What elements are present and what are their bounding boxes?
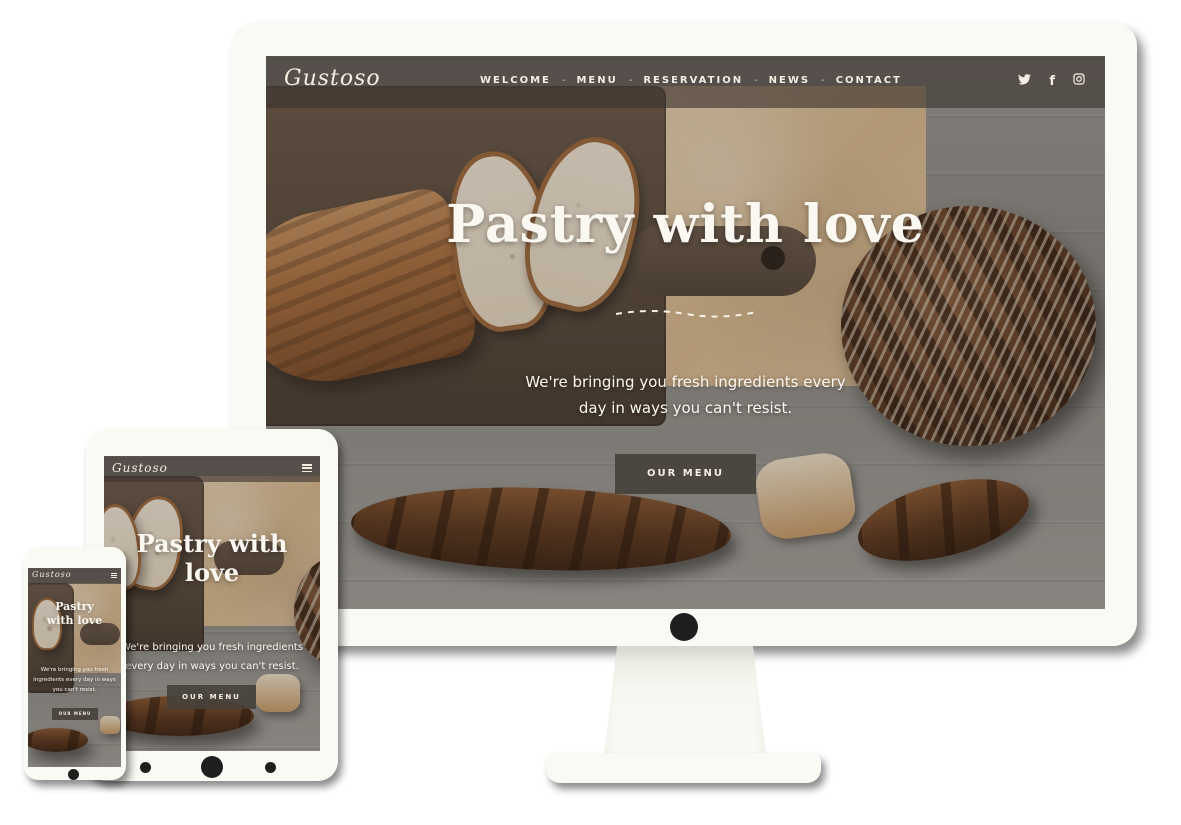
desktop-monitor: Gustoso WELCOME - MENU - RESERVATION - N… bbox=[231, 22, 1137, 646]
site-logo[interactable]: Gustoso bbox=[284, 66, 381, 91]
monitor-camera bbox=[670, 613, 698, 641]
phone-home-button bbox=[68, 769, 79, 780]
site-logo[interactable]: Gustoso bbox=[32, 570, 72, 579]
hero-title: Pastry with love bbox=[446, 194, 925, 255]
our-menu-button[interactable]: OUR MENU bbox=[52, 708, 98, 720]
monitor-stand-base bbox=[546, 753, 821, 783]
hero-subtitle: We're bringing you fresh ingredients eve… bbox=[525, 373, 846, 417]
hero-title: Pastry with love bbox=[136, 529, 288, 587]
hamburger-menu-icon[interactable] bbox=[302, 464, 312, 472]
twitter-icon[interactable] bbox=[1018, 73, 1032, 89]
hamburger-menu-icon[interactable] bbox=[111, 573, 117, 578]
nav-menu[interactable]: MENU bbox=[576, 75, 617, 86]
nav-reservation[interactable]: RESERVATION bbox=[643, 75, 743, 86]
tablet-navbar: Gustoso bbox=[104, 456, 320, 482]
phone-device: Gustoso Pastry with love We're bringing … bbox=[24, 547, 126, 780]
site-logo[interactable]: Gustoso bbox=[112, 461, 168, 475]
nav-separator: - bbox=[628, 75, 633, 86]
tablet-button bbox=[265, 762, 276, 773]
hero-title: Pastry with love bbox=[46, 600, 103, 627]
tablet-home-button bbox=[201, 756, 223, 778]
phone-navbar: Gustoso bbox=[28, 568, 121, 584]
social-links: f bbox=[1018, 73, 1085, 89]
monitor-stand-neck bbox=[604, 646, 766, 756]
facebook-icon[interactable]: f bbox=[1049, 74, 1055, 89]
our-menu-button[interactable]: OUR MENU bbox=[167, 685, 256, 709]
desktop-navbar: Gustoso WELCOME - MENU - RESERVATION - N… bbox=[266, 56, 1105, 108]
nav-contact[interactable]: CONTACT bbox=[836, 75, 902, 86]
nav-separator: - bbox=[754, 75, 758, 86]
nav-welcome[interactable]: WELCOME bbox=[480, 75, 551, 86]
main-nav: WELCOME - MENU - RESERVATION - NEWS - CO… bbox=[480, 75, 902, 86]
nav-separator: - bbox=[561, 75, 566, 86]
hero-subtitle: We're bringing you fresh ingredients eve… bbox=[33, 667, 116, 693]
our-menu-button[interactable]: OUR MENU bbox=[615, 454, 756, 494]
phone-screen: Gustoso Pastry with love We're bringing … bbox=[28, 568, 121, 767]
tablet-button bbox=[140, 762, 151, 773]
instagram-icon[interactable] bbox=[1073, 73, 1085, 89]
hero-subtitle: We're bringing you fresh ingredients eve… bbox=[120, 642, 304, 672]
nav-separator: - bbox=[821, 75, 825, 86]
desktop-screen: Gustoso WELCOME - MENU - RESERVATION - N… bbox=[266, 56, 1105, 609]
tablet-screen: Gustoso Pastry with love We're bringing … bbox=[104, 456, 320, 751]
hero-overlay bbox=[266, 56, 1105, 609]
decorative-dashes-icon bbox=[616, 310, 756, 318]
nav-news[interactable]: NEWS bbox=[769, 75, 810, 86]
